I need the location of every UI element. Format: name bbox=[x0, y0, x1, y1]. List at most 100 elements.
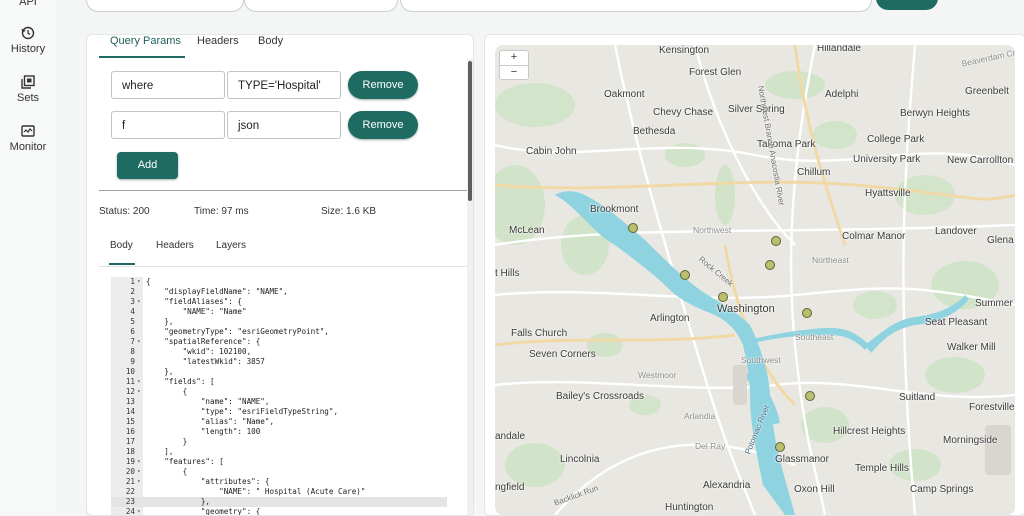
code-text: "NAME": "Name" bbox=[146, 307, 247, 316]
map-label: Forestville bbox=[969, 402, 1015, 413]
line-number: 21 bbox=[125, 477, 135, 486]
map-marker[interactable] bbox=[805, 391, 815, 401]
zoom-in-button[interactable]: + bbox=[500, 51, 528, 65]
map-label: Seven Corners bbox=[529, 349, 596, 360]
map-marker[interactable] bbox=[718, 292, 728, 302]
tab-response-headers[interactable]: Headers bbox=[156, 240, 194, 251]
fold-toggle-icon[interactable]: ▾ bbox=[137, 297, 141, 307]
map-marker[interactable] bbox=[628, 223, 638, 233]
line-number: 15 bbox=[125, 417, 135, 426]
map-label: New Carrollton bbox=[947, 155, 1014, 166]
code-line: 7 ▾ "spatialReference": { bbox=[111, 337, 447, 347]
code-text: { bbox=[146, 467, 188, 476]
tab-query-params[interactable]: Query Params bbox=[110, 35, 181, 47]
fold-toggle-icon[interactable]: ▾ bbox=[137, 277, 141, 287]
map-label: Falls Church bbox=[511, 328, 568, 339]
tab-headers[interactable]: Headers bbox=[197, 35, 239, 47]
tab-response-body[interactable]: Body bbox=[110, 240, 133, 251]
code-text: "fieldAliases": { bbox=[146, 297, 243, 306]
param-key-input[interactable]: f bbox=[111, 111, 225, 139]
code-text: }, bbox=[146, 497, 211, 506]
map-label: Westmoor bbox=[638, 370, 677, 380]
map-marker[interactable] bbox=[802, 308, 812, 318]
code-line: 15 "alias": "Name", bbox=[111, 417, 447, 427]
code-text: ], bbox=[146, 447, 174, 456]
code-line: 9 "latestWkid": 3857 bbox=[111, 357, 447, 367]
nav-item-history[interactable]: History bbox=[0, 26, 56, 55]
fold-toggle-icon[interactable]: ▾ bbox=[137, 337, 141, 347]
code-text: }, bbox=[146, 317, 174, 326]
map-marker[interactable] bbox=[765, 260, 775, 270]
map-label: Southeast bbox=[795, 332, 834, 342]
nav-item-label: History bbox=[10, 43, 46, 55]
line-number: 23 bbox=[125, 497, 135, 506]
remove-param-button[interactable]: Remove bbox=[348, 71, 418, 99]
add-param-button[interactable]: Add bbox=[117, 152, 178, 179]
map-marker[interactable] bbox=[680, 270, 690, 280]
code-line: 19 ▾ "features": [ bbox=[111, 457, 447, 467]
tab-body[interactable]: Body bbox=[258, 35, 283, 47]
nav-item-monitor[interactable]: Monitor bbox=[0, 124, 56, 153]
map-label: Hyattsville bbox=[865, 188, 911, 199]
map-label: ngfield bbox=[495, 482, 525, 493]
environment-select[interactable] bbox=[244, 0, 398, 12]
code-line: 22 "NAME": " Hospital (Acute Care)" bbox=[111, 487, 447, 497]
map-label: College Park bbox=[867, 134, 925, 145]
map-label: Berwyn Heights bbox=[900, 108, 971, 119]
map-label: Suitland bbox=[899, 392, 936, 403]
param-value-input[interactable]: json bbox=[227, 111, 341, 139]
map-label: Forest Glen bbox=[689, 67, 742, 78]
fold-toggle-icon[interactable]: ▾ bbox=[137, 377, 141, 387]
tab-response-layers[interactable]: Layers bbox=[216, 240, 246, 251]
url-input[interactable] bbox=[400, 0, 872, 12]
line-number: 7 bbox=[130, 337, 135, 346]
map-label: Adelphi bbox=[825, 89, 859, 100]
response-code-editor[interactable]: 1 ▾{2 "displayFieldName": "NAME", 3 ▾ "fiel… bbox=[111, 277, 447, 515]
map-view[interactable]: + − Kensington Hillandale Beaverdam Cr F… bbox=[495, 45, 1015, 515]
scrollbar-thumb[interactable] bbox=[468, 61, 472, 201]
nav-item-label: Sets bbox=[16, 92, 39, 104]
map-label: Chevy Chase bbox=[653, 107, 714, 118]
line-number: 11 bbox=[125, 377, 135, 386]
line-number: 22 bbox=[125, 487, 135, 496]
code-line: 23 }, bbox=[111, 497, 447, 507]
map-label: Bailey's Crossroads bbox=[556, 391, 645, 402]
code-line: 1 ▾ { bbox=[111, 277, 447, 287]
map-label: t Hills bbox=[495, 268, 520, 279]
zoom-control: + − bbox=[499, 50, 529, 80]
line-number: 4 bbox=[130, 307, 135, 316]
map-marker[interactable] bbox=[771, 236, 781, 246]
fold-toggle-icon[interactable]: ▾ bbox=[137, 457, 141, 467]
map-label: Morningside bbox=[943, 435, 998, 446]
method-select[interactable] bbox=[86, 0, 244, 12]
nav-item-api[interactable]: API bbox=[0, 0, 56, 8]
code-text: } bbox=[146, 437, 188, 446]
map-label: Greenbelt bbox=[965, 86, 1009, 97]
param-key-input[interactable]: where bbox=[111, 71, 225, 99]
fold-toggle-icon[interactable]: ▾ bbox=[137, 467, 141, 477]
code-text: "NAME": " Hospital (Acute Care)" bbox=[146, 487, 366, 496]
map-marker[interactable] bbox=[775, 442, 785, 452]
param-value-input[interactable]: TYPE='Hospital' bbox=[227, 71, 341, 99]
map-label: Northwest bbox=[693, 225, 732, 235]
code-text: { bbox=[146, 387, 188, 396]
sets-icon bbox=[0, 75, 56, 89]
fold-toggle-icon[interactable]: ▾ bbox=[137, 387, 141, 397]
fold-toggle-icon[interactable]: ▾ bbox=[137, 477, 141, 487]
map-label: Colmar Manor bbox=[842, 231, 906, 242]
line-number: 2 bbox=[130, 287, 135, 296]
map-label: Washington bbox=[717, 303, 775, 315]
line-number: 3 bbox=[130, 297, 135, 306]
code-text: "length": 100 bbox=[146, 427, 261, 436]
line-number: 6 bbox=[130, 327, 135, 336]
send-button[interactable] bbox=[876, 0, 938, 10]
map-label: Del Ray bbox=[695, 441, 726, 451]
code-line: 21 ▾ "attributes": { bbox=[111, 477, 447, 487]
map-label: Silver Spring bbox=[728, 104, 785, 115]
map-label: Oxon Hill bbox=[794, 484, 835, 495]
remove-param-button[interactable]: Remove bbox=[348, 111, 418, 139]
zoom-out-button[interactable]: − bbox=[500, 66, 528, 80]
map-label: Hillandale bbox=[817, 45, 861, 54]
nav-item-sets[interactable]: Sets bbox=[0, 75, 56, 104]
monitor-icon bbox=[0, 124, 56, 138]
